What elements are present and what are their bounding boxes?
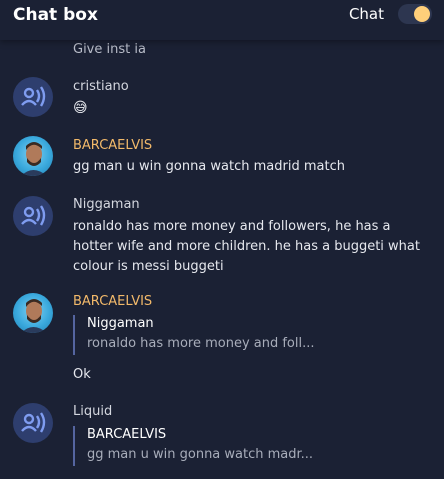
message-username[interactable]: cristiano — [73, 79, 129, 94]
reply-quote[interactable]: BARCAELVIS gg man u win gonna watch madr… — [73, 426, 373, 466]
message-text: Ok — [73, 367, 91, 382]
partial-message-text: Give inst ia — [73, 42, 146, 57]
portrait-icon — [21, 299, 47, 333]
quote-text: ronaldo has more money and foll... — [87, 336, 315, 351]
message-username[interactable]: Niggaman — [73, 197, 140, 212]
chat-toggle-group: Chat — [349, 4, 432, 24]
message-username[interactable]: Liquid — [73, 404, 112, 419]
default-avatar-icon[interactable] — [13, 77, 53, 117]
default-avatar-icon[interactable] — [13, 196, 53, 236]
chat-toggle[interactable] — [398, 4, 432, 24]
message-text: 😅 — [73, 100, 88, 116]
message-text: gg man u win gonna watch madrid match — [73, 159, 345, 174]
quote-username: Niggaman — [87, 316, 154, 331]
user-photo-avatar[interactable] — [13, 293, 53, 333]
message-username[interactable]: BARCAELVIS — [73, 294, 152, 309]
default-avatar-icon[interactable] — [13, 403, 53, 443]
quote-username: BARCAELVIS — [87, 427, 167, 442]
page-title: Chat box — [13, 5, 98, 25]
portrait-icon — [21, 142, 47, 176]
reply-quote[interactable]: Niggaman ronaldo has more money and foll… — [73, 315, 373, 355]
user-photo-avatar[interactable] — [13, 136, 53, 176]
chat-toggle-label: Chat — [348, 5, 384, 23]
quote-text: gg man u win gonna watch madr... — [87, 447, 314, 462]
toggle-knob — [414, 6, 430, 22]
chat-header: Chat box Chat — [0, 0, 444, 40]
message-username[interactable]: BARCAELVIS — [73, 138, 152, 153]
message-text: ronaldo has more money and followers, he… — [73, 219, 420, 274]
